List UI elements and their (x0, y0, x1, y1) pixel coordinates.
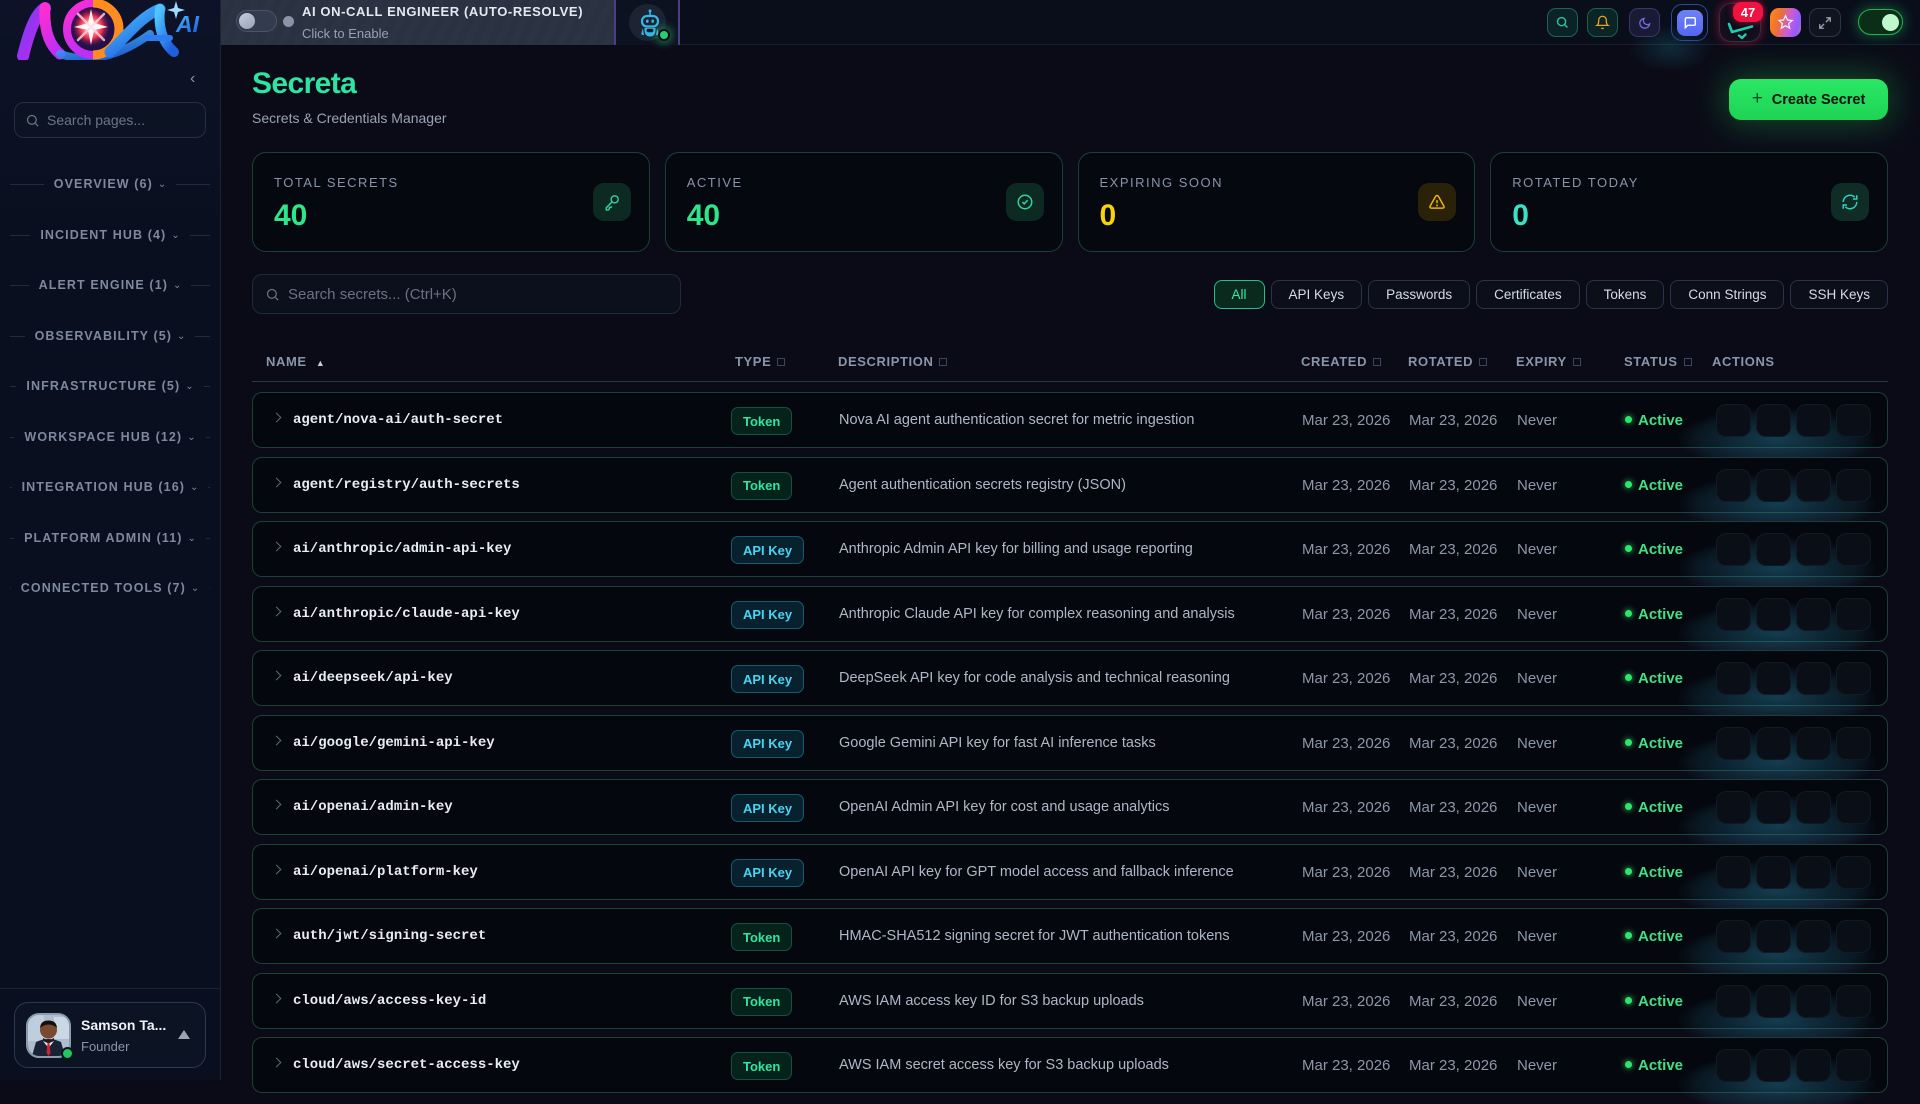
svg-text:AI: AI (175, 11, 200, 37)
